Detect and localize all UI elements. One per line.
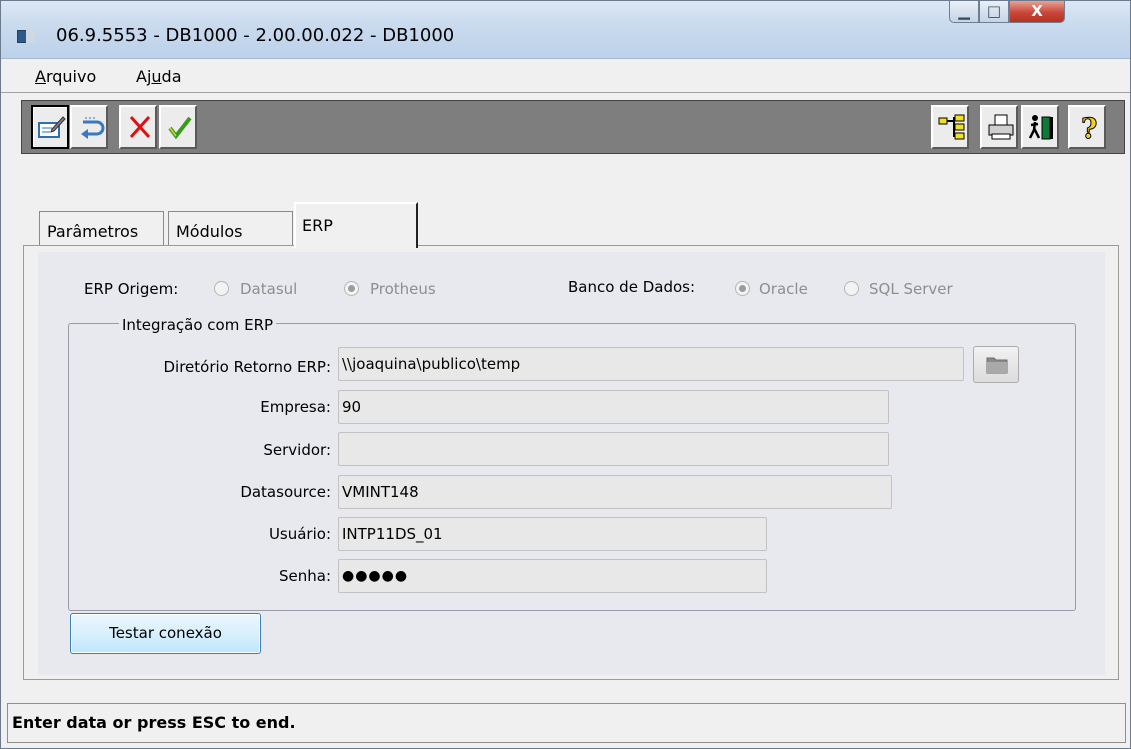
tab-parametros-label: Parâmetros xyxy=(47,222,139,241)
radio-protheus[interactable] xyxy=(344,281,359,296)
confirm-check-icon xyxy=(168,116,192,140)
radio-datasul-label: Datasul xyxy=(240,280,298,298)
structure-button[interactable] xyxy=(931,105,969,149)
radio-datasul[interactable] xyxy=(214,281,229,296)
exit-icon xyxy=(1028,115,1053,140)
tab-erp-label: ERP xyxy=(302,216,333,235)
menu-ajuda-accel: u xyxy=(151,67,162,86)
testar-conexao-label: Testar conexão xyxy=(109,624,222,642)
integracao-group-title: Integração com ERP xyxy=(119,316,277,334)
tab-parametros[interactable]: Parâmetros xyxy=(39,211,164,246)
menu-bar: Arquivo Ajuda xyxy=(1,59,1130,93)
radio-sqlserver[interactable] xyxy=(844,281,859,296)
close-button[interactable]: X xyxy=(1009,1,1065,23)
diretorio-label: Diretório Retorno ERP: xyxy=(163,358,331,376)
help-question-glyph: ? xyxy=(1081,114,1097,144)
usuario-label: Usuário: xyxy=(268,525,331,543)
datasource-field[interactable]: VMINT148 xyxy=(338,475,892,509)
print-icon xyxy=(988,114,1014,140)
usuario-field[interactable]: INTP11DS_01 xyxy=(338,517,767,551)
radio-oracle-label: Oracle xyxy=(759,280,808,298)
maximize-button[interactable]: □ xyxy=(979,1,1009,23)
menu-ajuda-text-pre: Aj xyxy=(136,67,152,86)
edit-button[interactable] xyxy=(31,105,69,149)
help-question-icon: ? xyxy=(1081,114,1098,144)
erp-origem-label: ERP Origem: xyxy=(84,280,179,298)
tree-structure-icon xyxy=(938,114,965,140)
toolbar: ? xyxy=(21,100,1125,154)
confirm-button[interactable] xyxy=(159,105,197,149)
menu-ajuda[interactable]: Ajuda xyxy=(136,67,182,86)
minimize-icon: ▁ xyxy=(958,2,970,20)
menu-arquivo[interactable]: Arquivo xyxy=(35,67,96,86)
empresa-label: Empresa: xyxy=(260,398,331,416)
servidor-field[interactable] xyxy=(338,432,889,466)
testar-conexao-button[interactable]: Testar conexão xyxy=(70,613,261,654)
undo-icon xyxy=(81,117,105,139)
browse-folder-button[interactable] xyxy=(973,346,1019,383)
title-bar[interactable]: 06.9.5553 - DB1000 - 2.00.00.022 - DB100… xyxy=(1,1,1130,59)
close-icon: X xyxy=(1031,2,1043,20)
tab-erp[interactable]: ERP xyxy=(294,202,418,248)
status-text: Enter data or press ESC to end. xyxy=(12,713,296,732)
cancel-x-icon xyxy=(129,115,151,139)
cancel-button[interactable] xyxy=(119,105,157,149)
undo-button[interactable] xyxy=(70,105,108,149)
banco-dados-label: Banco de Dados: xyxy=(568,278,696,296)
datasource-label: Datasource: xyxy=(240,483,331,501)
app-icon xyxy=(17,30,35,43)
senha-label: Senha: xyxy=(278,567,331,585)
menu-arquivo-accel: A xyxy=(35,67,46,86)
menu-ajuda-text-post: da xyxy=(161,67,182,86)
empresa-field[interactable]: 90 xyxy=(338,390,889,424)
senha-field[interactable]: ●●●●● xyxy=(338,559,767,593)
tab-modulos-label: Módulos xyxy=(176,222,243,241)
edit-icon xyxy=(38,115,66,138)
window-title: 06.9.5553 - DB1000 - 2.00.00.022 - DB100… xyxy=(56,25,455,46)
minimize-button[interactable]: ▁ xyxy=(949,1,979,23)
exit-button[interactable] xyxy=(1021,105,1059,149)
radio-protheus-label: Protheus xyxy=(370,280,436,298)
tab-modulos[interactable]: Módulos xyxy=(168,211,293,246)
servidor-label: Servidor: xyxy=(263,441,331,459)
help-button[interactable]: ? xyxy=(1068,105,1106,149)
maximize-icon: □ xyxy=(986,2,1002,20)
menu-arquivo-text-post: rquivo xyxy=(45,67,97,86)
diretorio-field[interactable]: \\joaquina\publico\temp xyxy=(338,347,964,381)
application-window: 06.9.5553 - DB1000 - 2.00.00.022 - DB100… xyxy=(0,0,1131,749)
print-button[interactable] xyxy=(980,105,1018,149)
radio-oracle[interactable] xyxy=(735,281,750,296)
folder-icon xyxy=(986,357,1008,374)
status-bar: Enter data or press ESC to end. xyxy=(7,703,1126,743)
radio-sqlserver-label: SQL Server xyxy=(869,280,953,298)
